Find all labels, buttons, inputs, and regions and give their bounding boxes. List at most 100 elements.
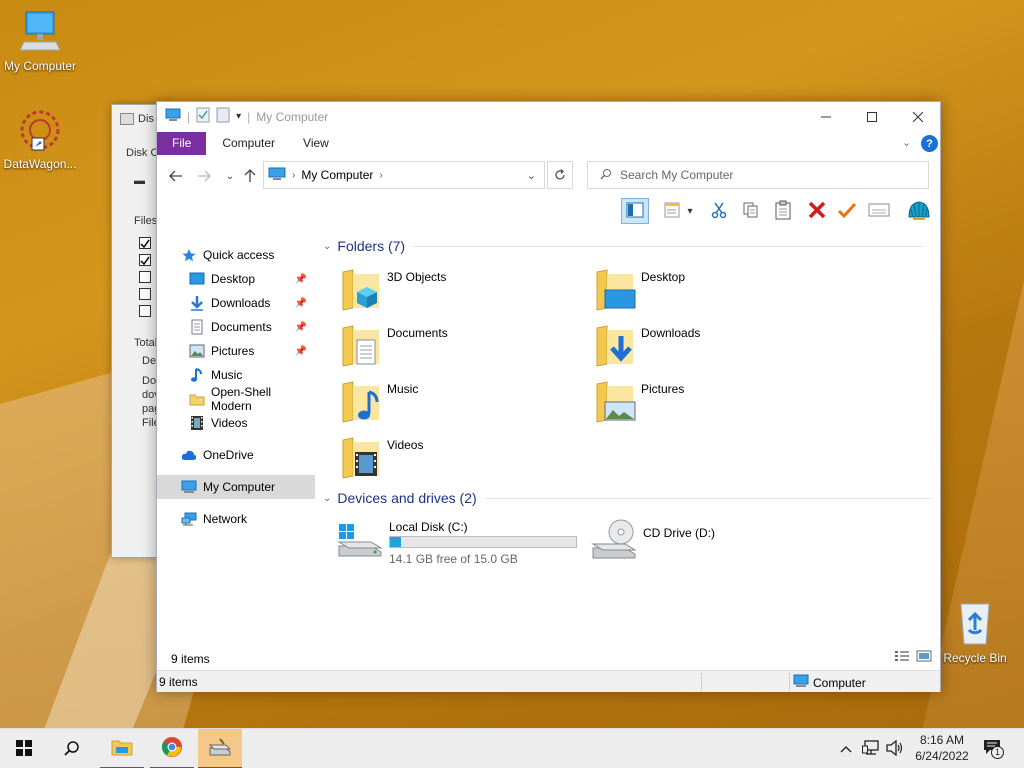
recent-locations-icon[interactable]: ⌄ — [219, 166, 241, 186]
breadcrumb-chevron-icon[interactable]: › — [292, 170, 295, 181]
chevron-down-icon: ⌄ — [323, 492, 332, 504]
minimize-button[interactable] — [803, 102, 849, 131]
sidebar-item-network[interactable]: Network — [157, 507, 315, 531]
volume-tray-button[interactable] — [884, 729, 906, 768]
explorer-window[interactable]: | ▾ | My Computer File Computer View ⌄ ? — [156, 101, 941, 692]
desktop-icon-datawagon[interactable]: DataWagon... — [0, 108, 80, 171]
open-shell-button[interactable] — [905, 198, 933, 224]
desktop-icon-my-computer[interactable]: My Computer — [0, 10, 80, 73]
network-tray-button[interactable] — [860, 729, 882, 768]
sidebar-item-label: Videos — [211, 416, 248, 430]
sidebar-item-documents[interactable]: Documents 📌 — [157, 315, 315, 339]
tab-computer[interactable]: Computer — [208, 132, 289, 155]
tab-file[interactable]: File — [157, 132, 207, 155]
document-icon — [189, 319, 205, 335]
address-text[interactable]: My Computer — [301, 168, 373, 182]
search-box[interactable]: Search My Computer — [587, 161, 929, 189]
clock-date: 6/24/2022 — [915, 749, 969, 763]
pin-icon[interactable]: 📌 — [295, 274, 307, 285]
pin-icon[interactable]: 📌 — [295, 322, 307, 333]
ribbon-tabs: File Computer View ⌄ ? — [157, 132, 940, 155]
folder-item-3d-objects[interactable]: 3D Objects — [339, 266, 579, 316]
forward-button[interactable] — [193, 166, 215, 186]
refresh-button[interactable] — [547, 161, 573, 189]
bg-label: Disk C — [126, 147, 159, 159]
desktop-icon-recycle-bin[interactable]: Recycle Bin — [935, 600, 1015, 665]
taskbar-file-explorer[interactable] — [100, 729, 144, 768]
bg-label: De — [142, 355, 157, 367]
sidebar-item-videos[interactable]: Videos — [157, 411, 315, 435]
bg-checkbox[interactable] — [139, 254, 151, 266]
pictures-folder-icon — [593, 378, 637, 426]
bg-checkbox[interactable] — [139, 271, 151, 283]
windows-logo-icon — [16, 739, 32, 759]
notification-count-badge: 1 — [991, 746, 1004, 759]
music-folder-icon — [339, 378, 383, 426]
drives-group-header[interactable]: ⌄ Devices and drives (2) — [323, 490, 933, 506]
content-pane: ⌄ Folders (7) 3D Objects Desktop Documen… — [319, 232, 934, 652]
bg-checkbox[interactable] — [139, 237, 151, 249]
bg-checkbox[interactable] — [139, 305, 151, 317]
navigation-pane-button[interactable] — [621, 198, 649, 224]
taskbar-chrome[interactable] — [150, 729, 194, 768]
sidebar-item-desktop[interactable]: Desktop 📌 — [157, 267, 315, 291]
details-view-icon[interactable] — [894, 650, 910, 665]
search-button[interactable] — [50, 729, 94, 768]
start-button[interactable] — [2, 729, 46, 768]
folder-item-documents[interactable]: Documents — [339, 322, 579, 372]
address-bar[interactable]: › My Computer › ⌄ — [263, 161, 545, 189]
view-options-dropdown-icon[interactable]: ▾ — [683, 198, 697, 224]
close-button[interactable] — [895, 102, 941, 131]
folder-item-music[interactable]: Music — [339, 378, 579, 428]
back-button[interactable] — [165, 166, 187, 186]
folder-item-videos[interactable]: Videos — [339, 434, 579, 484]
drive-item-cd-drive-d[interactable]: CD Drive (D:) — [591, 516, 791, 566]
sidebar-item-pictures[interactable]: Pictures 📌 — [157, 339, 315, 363]
expand-ribbon-icon[interactable]: ⌄ — [902, 136, 911, 149]
drive-item-local-disk-c[interactable]: Local Disk (C:) 14.1 GB free of 15.0 GB — [337, 516, 587, 566]
action-center-button[interactable]: 1 — [980, 729, 1006, 768]
large-icons-view-icon[interactable] — [916, 650, 932, 665]
chevron-up-icon — [840, 742, 852, 756]
folder-name: Pictures — [641, 382, 685, 396]
folder-item-pictures[interactable]: Pictures — [593, 378, 833, 428]
address-dropdown-icon[interactable]: ⌄ — [527, 169, 536, 182]
folders-group-header[interactable]: ⌄ Folders (7) — [323, 238, 933, 254]
computer-icon — [268, 167, 286, 184]
customize-qat-icon[interactable]: ▾ — [236, 111, 241, 122]
maximize-button[interactable] — [849, 102, 895, 131]
bg-label: Do — [142, 375, 157, 387]
search-input[interactable]: Search My Computer — [620, 168, 733, 182]
help-icon[interactable]: ? — [921, 135, 938, 152]
pin-icon[interactable]: 📌 — [295, 346, 307, 357]
folder-item-desktop[interactable]: Desktop — [593, 266, 833, 316]
breadcrumb-chevron-icon[interactable]: › — [379, 170, 382, 181]
delete-button[interactable] — [803, 198, 831, 224]
sidebar-item-downloads[interactable]: Downloads 📌 — [157, 291, 315, 315]
sidebar-item-open-shell-modern[interactable]: Open-Shell Modern — [157, 385, 315, 413]
new-folder-icon[interactable] — [216, 107, 230, 126]
sidebar-item-label: Pictures — [211, 344, 255, 358]
title-bar[interactable]: | ▾ | My Computer — [157, 102, 940, 131]
pin-icon[interactable]: 📌 — [295, 298, 307, 309]
sidebar-item-quick-access[interactable]: Quick access — [157, 243, 315, 267]
properties-icon[interactable] — [196, 107, 210, 126]
taskbar: 8:16 AM 6/24/2022 1 — [0, 728, 1024, 768]
tab-view[interactable]: View — [289, 132, 343, 155]
show-hidden-icons-button[interactable] — [836, 729, 856, 768]
email-button[interactable] — [865, 198, 893, 224]
sidebar-item-my-computer[interactable]: My Computer — [157, 475, 315, 499]
taskbar-clock[interactable]: 8:16 AM 6/24/2022 — [906, 732, 978, 764]
up-button[interactable] — [239, 166, 261, 186]
taskbar-disk-cleanup[interactable] — [198, 729, 242, 768]
bg-checkbox[interactable] — [139, 288, 151, 300]
cut-button[interactable] — [705, 198, 733, 224]
separator: | — [187, 109, 191, 124]
sidebar-item-onedrive[interactable]: OneDrive — [157, 443, 315, 467]
paste-button[interactable] — [769, 198, 797, 224]
copy-button[interactable] — [737, 198, 765, 224]
clipboard-icon — [774, 200, 792, 223]
folder-item-downloads[interactable]: Downloads — [593, 322, 833, 372]
sidebar-item-music[interactable]: Music — [157, 363, 315, 387]
properties-button[interactable] — [833, 198, 861, 224]
